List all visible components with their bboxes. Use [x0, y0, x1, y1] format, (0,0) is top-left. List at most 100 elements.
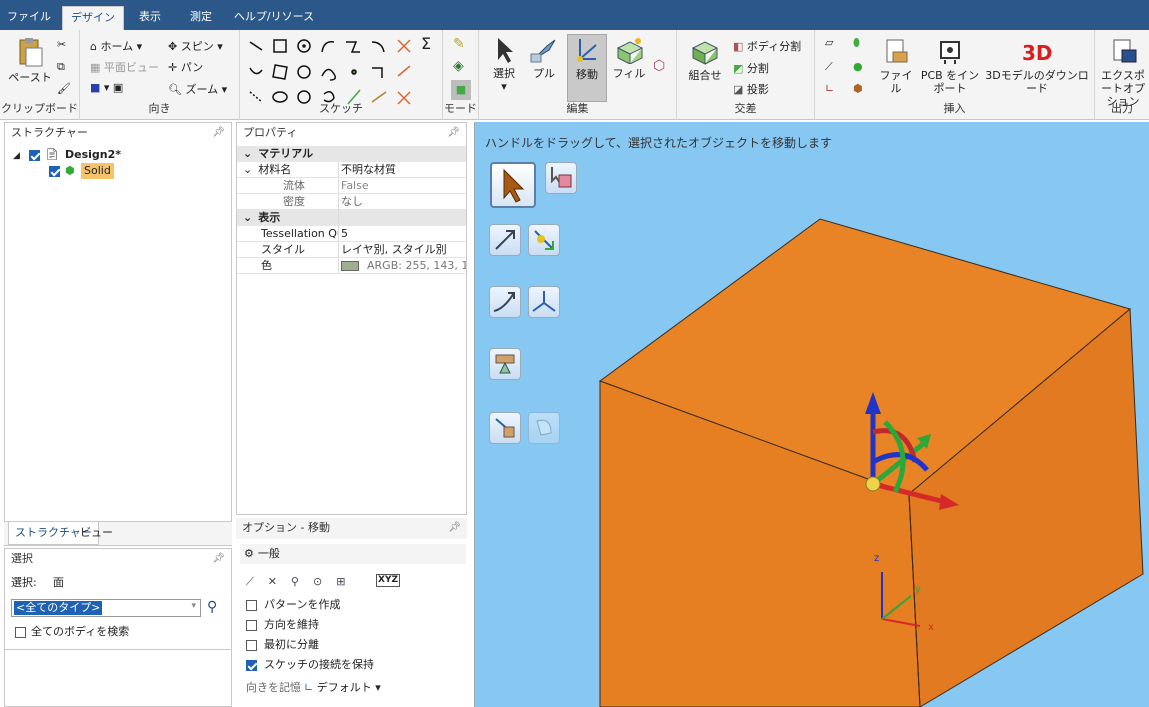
pane-tab-strip: ストラクチャー ビュー — [4, 522, 232, 546]
download-3d-model-button[interactable]: 3D 3Dモデルのダウンロード — [985, 38, 1089, 95]
prop-row-tessellation[interactable]: Tessellation Qua5 — [237, 226, 466, 242]
pcb-import-button[interactable]: PCB をインポート — [919, 38, 981, 95]
search-all-bodies-checkbox[interactable] — [15, 627, 26, 638]
line-axis-icon[interactable]: ⟋ — [825, 60, 833, 74]
solid-visibility-checkbox[interactable] — [49, 166, 60, 177]
pin-icon[interactable]: 📌︎ — [212, 127, 225, 138]
menu-tab-bar: ファイル デザイン 表示 測定 ヘルプ/リソース — [0, 0, 1149, 30]
disabled-tool-button[interactable] — [528, 412, 560, 444]
zoom-button[interactable]: 🔍︎ ズーム ▾ — [168, 81, 227, 97]
copy-icon[interactable]: ⧉ — [57, 60, 65, 74]
section-material[interactable]: ⌄ マテリアル — [237, 146, 466, 162]
tab-view-pane[interactable]: ビュー — [74, 522, 119, 545]
pin-icon[interactable]: 📌︎ — [448, 522, 461, 533]
tab-file[interactable]: ファイル — [6, 6, 52, 30]
pivot-icon — [495, 418, 515, 438]
selection-title: 選択 — [5, 549, 231, 570]
xyz-icon[interactable]: XYZ — [376, 574, 400, 587]
ruler-dimension-button[interactable] — [489, 286, 521, 318]
prop-row-style[interactable]: スタイル レイヤ別, スタイル別 — [237, 242, 466, 258]
combine-button[interactable]: 組合せ — [683, 38, 727, 82]
tree-item-solid[interactable]: Solid — [81, 163, 114, 179]
anchor-tool-button[interactable] — [528, 224, 560, 256]
plane-icon[interactable]: ▱ — [825, 36, 833, 49]
home-button[interactable]: ⌂ ホーム ▾ — [90, 38, 142, 54]
axis-x-label: x — [928, 622, 934, 633]
fill-button[interactable]: フィル — [611, 36, 647, 80]
pcb-icon — [940, 41, 960, 64]
cylinder-icon[interactable]: ⬮ — [853, 36, 860, 50]
detach-first-checkbox[interactable] — [246, 640, 257, 651]
prop-row-material-name[interactable]: ⌄ 材料名 不明な材質 — [237, 162, 466, 178]
type-filter-dropdown[interactable]: <全てのタイプ> ▾ — [11, 599, 201, 617]
tab-view[interactable]: 表示 — [130, 6, 170, 30]
prop-row-density[interactable]: 密度 なし — [237, 194, 466, 210]
direction-tool-button[interactable] — [489, 224, 521, 256]
pan-button[interactable]: ✛ パン — [168, 59, 203, 75]
insert-file-button[interactable]: ファイル — [877, 38, 915, 95]
project-button[interactable]: ◪ 投影 — [733, 81, 769, 97]
paste-button[interactable]: ペースト — [8, 36, 52, 84]
options-general-header[interactable]: ⚙ 一般 — [240, 544, 466, 564]
sphere-icon[interactable]: ● — [853, 60, 863, 73]
group-label-intersect: 交差 — [734, 102, 757, 115]
cut-icon[interactable]: ✂ — [57, 38, 66, 51]
3d-viewport[interactable]: ハンドルをドラッグして、選択されたオブジェクトを移動します z y x — [474, 122, 1149, 707]
origin-icon[interactable]: ∟ — [825, 82, 834, 95]
prop-row-fluid[interactable]: 流体 False — [237, 178, 466, 194]
sketch-tools-icons[interactable] — [240, 34, 443, 106]
properties-pane: プロパティ 📌︎ ⌄ マテリアル ⌄ 材料名 不明な材質 流体 False 密度 なし ⌄… — [236, 122, 467, 515]
cube-icon: ■ — [90, 81, 101, 94]
3d-mode-icon[interactable]: ■ — [451, 80, 471, 100]
create-pattern-checkbox[interactable] — [246, 600, 257, 611]
select-arrow-icon — [498, 38, 513, 63]
collapse-triangle-icon[interactable]: ◢ — [13, 151, 20, 161]
orientation-dropdown[interactable]: ∟ デフォルト ▾ — [304, 680, 381, 696]
chevron-down-icon: ⌄ — [243, 163, 253, 176]
gear-icon: ⚙ — [244, 547, 254, 560]
split-button[interactable]: ◩ 分割 — [733, 60, 769, 76]
section-mode-icon[interactable]: ◈ — [453, 58, 464, 74]
direction-arrow-icon — [495, 230, 515, 250]
pull-button[interactable]: プル — [525, 36, 563, 80]
search-icon[interactable]: ⚲ — [207, 599, 217, 615]
split-body-button[interactable]: ◧ ボディ分割 — [733, 38, 801, 54]
anchor-icon — [534, 230, 554, 250]
format-brush-icon[interactable]: 🖌 — [57, 82, 71, 95]
group-sketch: Σ スケッチ — [240, 30, 443, 120]
view-cube-button[interactable]: ■ ▾ ▣ — [90, 81, 123, 94]
select-button[interactable]: 選択 ▾ — [485, 36, 523, 93]
export-options-button[interactable]: エクスポートオプション — [1099, 38, 1149, 108]
maintain-sketch-connectivity-checkbox[interactable] — [246, 660, 257, 671]
select-tool-button[interactable] — [490, 162, 536, 208]
keep-orientation-checkbox[interactable] — [246, 620, 257, 631]
move-along-trajectory-button[interactable] — [528, 286, 560, 318]
section-display[interactable]: ⌄ 表示 — [237, 210, 466, 226]
pivot-button[interactable] — [489, 412, 521, 444]
prop-row-color[interactable]: 色ARGB: 255, 143, 175 — [237, 258, 466, 274]
shell-icon[interactable]: ⬢ — [853, 82, 863, 95]
create-pattern-label: パターンを作成 — [264, 598, 341, 611]
sigma-button[interactable]: Σ — [421, 34, 431, 53]
spin-button[interactable]: ✥ スピン ▾ — [168, 38, 223, 54]
tree-root[interactable]: ◢ — [13, 147, 20, 163]
plane-view-button[interactable]: ▦ 平面ビュー — [90, 59, 159, 75]
option-tool-icons[interactable]: ⟋✕⚲⊙⊞ — [246, 574, 359, 590]
move-button[interactable]: 移動 — [567, 34, 607, 102]
type-filter-value: <全てのタイプ> — [14, 601, 103, 615]
combine-icon — [691, 41, 719, 65]
color-swatch[interactable] — [341, 261, 359, 271]
pin-icon[interactable]: 📌︎ — [447, 127, 460, 138]
tab-measure[interactable]: 測定 — [180, 6, 222, 30]
sketch-mode-icon[interactable]: ✎ — [453, 36, 465, 52]
select-component-button[interactable] — [545, 162, 577, 194]
up-to-button[interactable] — [489, 348, 521, 380]
tab-help-resources[interactable]: ヘルプ/リソース — [232, 6, 316, 30]
tree-root-label[interactable]: Design2* — [65, 147, 121, 163]
extra-edit-icon[interactable]: ⬡ — [653, 58, 665, 74]
tab-design[interactable]: デザイン — [62, 6, 124, 30]
design-icon: 📄︎ — [45, 148, 59, 161]
pin-icon[interactable]: 📌︎ — [212, 553, 225, 564]
model-canvas[interactable] — [475, 122, 1149, 707]
root-visibility-checkbox[interactable] — [29, 150, 40, 161]
